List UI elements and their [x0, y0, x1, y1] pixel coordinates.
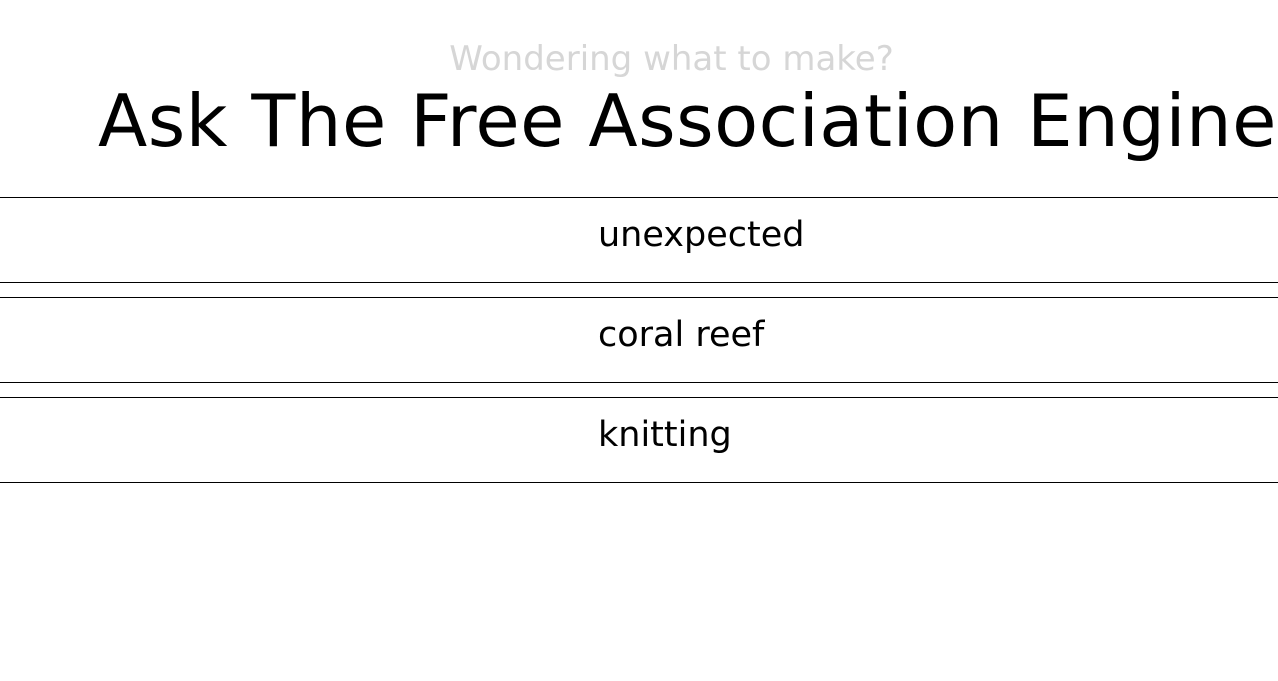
- page-title: Ask The Free Association Engine: [98, 79, 1277, 163]
- word-label: knitting: [598, 415, 732, 455]
- word-label: coral reef: [598, 315, 765, 355]
- word-item-2[interactable]: coral reef: [0, 297, 1278, 383]
- word-list: unexpected coral reef knitting: [0, 197, 1278, 497]
- subtitle: Wondering what to make?: [449, 39, 894, 79]
- word-item-3[interactable]: knitting: [0, 397, 1278, 483]
- word-label: unexpected: [598, 215, 805, 255]
- page: Wondering what to make? Ask The Free Ass…: [0, 0, 1278, 681]
- word-item-1[interactable]: unexpected: [0, 197, 1278, 283]
